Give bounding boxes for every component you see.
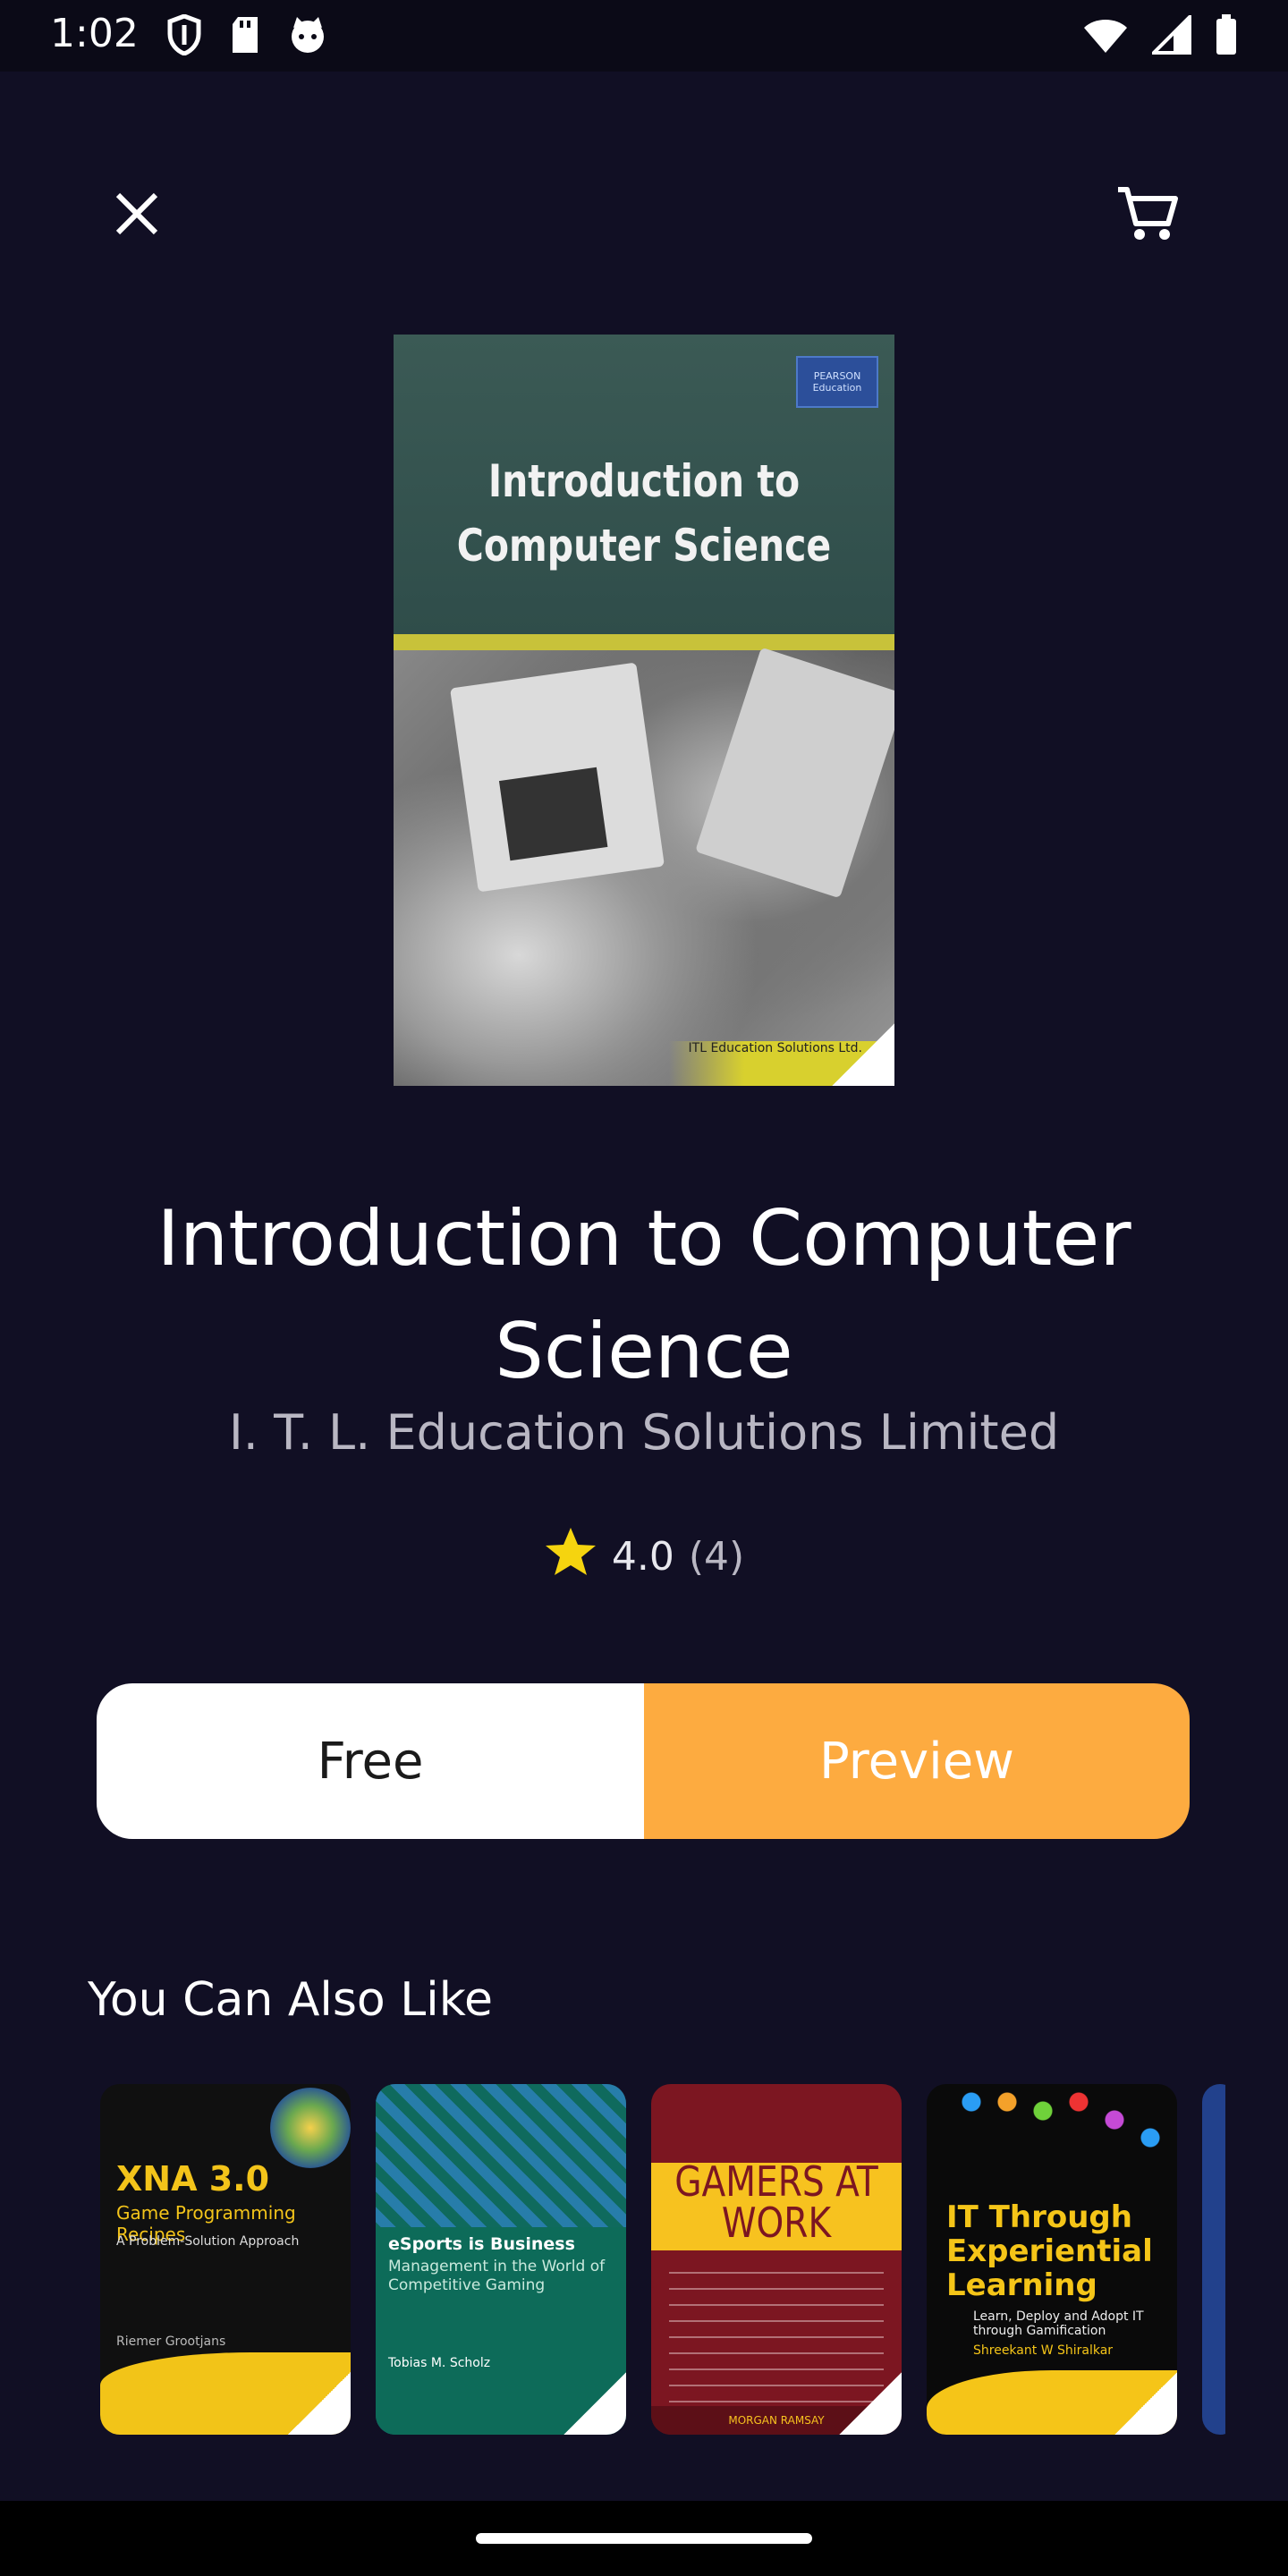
shield-icon bbox=[166, 13, 202, 59]
wifi-icon bbox=[1082, 15, 1129, 58]
page-curl-icon bbox=[832, 1023, 894, 1086]
recommended-book[interactable]: XNA 3.0 Game Programming Recipes A Probl… bbox=[100, 2084, 351, 2435]
shopping-cart-icon bbox=[1116, 184, 1179, 247]
battery-icon bbox=[1215, 14, 1238, 59]
status-bar: 1:02 bbox=[0, 0, 1288, 72]
home-gesture-handle[interactable] bbox=[476, 2533, 812, 2544]
recommended-book-author: Tobias M. Scholz bbox=[388, 2356, 491, 2370]
section-title: You Can Also Like bbox=[88, 1973, 493, 2027]
rating: 4.0 (4) bbox=[0, 1526, 1288, 1588]
recommended-book-title: IT Through Experiential Learning bbox=[946, 2199, 1153, 2303]
action-bar: Free Preview bbox=[97, 1683, 1190, 1839]
recommended-book-title: XNA 3.0 bbox=[116, 2159, 270, 2199]
page-curl-icon bbox=[564, 2372, 626, 2435]
book-title: Introduction to Computer Science bbox=[157, 1194, 1131, 1396]
cart-button[interactable] bbox=[1107, 175, 1188, 256]
book-cover: PEARSON Education Introduction to Comput… bbox=[394, 335, 894, 1086]
status-icons-left bbox=[166, 13, 327, 59]
globe-image bbox=[270, 2088, 351, 2168]
free-button[interactable]: Free bbox=[97, 1683, 644, 1839]
sd-card-icon bbox=[229, 15, 261, 58]
recommendation-shelf[interactable]: XNA 3.0 Game Programming Recipes A Probl… bbox=[100, 2084, 1225, 2435]
rating-count: (4) bbox=[688, 1534, 745, 1580]
recommended-book-author: Shreekant W Shiralkar bbox=[973, 2343, 1114, 2358]
status-time: 1:02 bbox=[50, 11, 139, 56]
recommended-book[interactable]: IT Through Experiential Learning Learn, … bbox=[927, 2084, 1177, 2435]
recommended-book-tagline: A Problem-Solution Approach bbox=[116, 2234, 300, 2249]
page-curl-icon bbox=[839, 2372, 902, 2435]
recommended-book-author: Riemer Grootjans bbox=[116, 2334, 226, 2349]
book-author: I. T. L. Education Solutions Limited bbox=[228, 1404, 1060, 1461]
floppy-disk-image bbox=[450, 662, 665, 893]
recommended-book[interactable]: eSports is Business Management in the Wo… bbox=[376, 2084, 626, 2435]
cover-dots-pattern bbox=[953, 2084, 1177, 2200]
recommended-book-title: GAMERS AT WORK bbox=[674, 2157, 878, 2247]
cover-publisher-badge: PEARSON Education bbox=[796, 356, 878, 408]
cover-title: Introduction to Computer Science bbox=[456, 455, 832, 572]
recommended-book-subtitle: Learn, Deploy and Adopt IT through Gamif… bbox=[973, 2309, 1144, 2338]
recommended-book-title: eSports is Business bbox=[388, 2234, 575, 2254]
cover-band bbox=[394, 634, 894, 650]
recommended-book[interactable]: GAMERS AT WORK MORGAN RAMSAY bbox=[651, 2084, 902, 2435]
recommended-book-subtitle: Management in the World of Competitive G… bbox=[388, 2258, 606, 2294]
cell-signal-icon bbox=[1149, 13, 1191, 58]
close-icon bbox=[114, 191, 159, 240]
page-curl-icon bbox=[1114, 2372, 1177, 2435]
status-icons-right bbox=[1082, 13, 1238, 59]
star-icon bbox=[544, 1526, 597, 1588]
recommended-book-partial[interactable] bbox=[1202, 2084, 1225, 2435]
rating-value: 4.0 bbox=[611, 1534, 674, 1580]
cat-face-icon bbox=[288, 15, 327, 58]
close-button[interactable] bbox=[97, 175, 177, 256]
page-curl-icon bbox=[288, 2372, 351, 2435]
preview-button[interactable]: Preview bbox=[644, 1683, 1190, 1839]
